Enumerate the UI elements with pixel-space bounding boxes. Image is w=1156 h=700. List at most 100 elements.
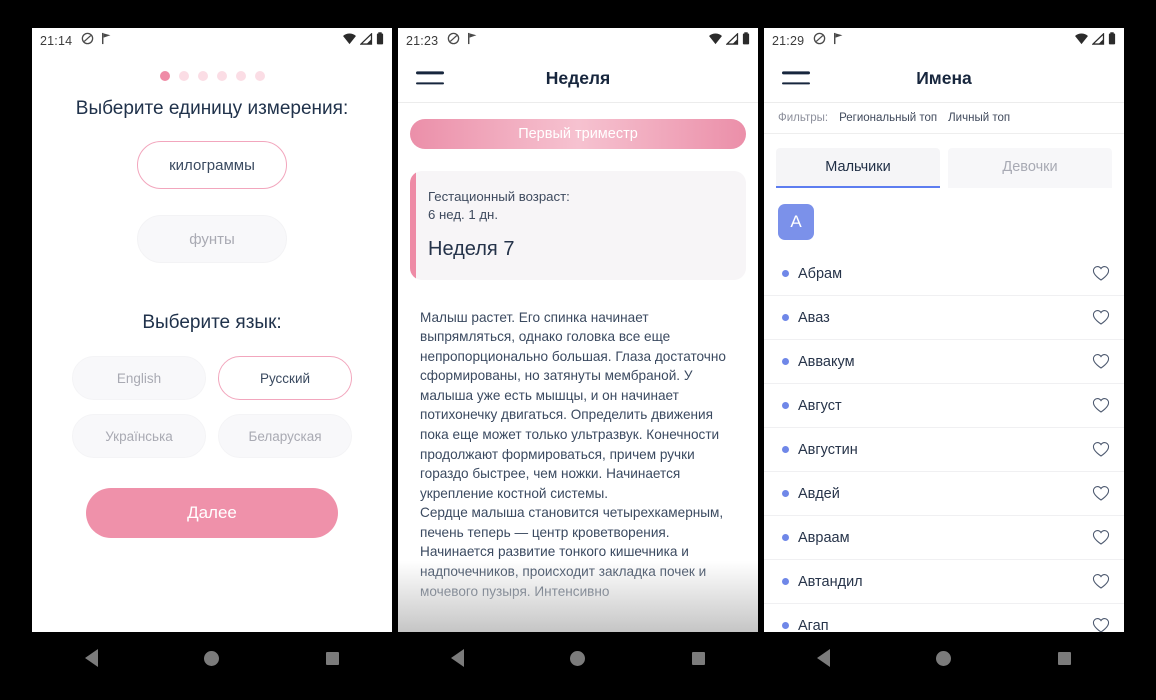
home-circle-icon[interactable] — [570, 650, 586, 666]
signal-icon — [359, 32, 373, 50]
gender-tabs: Мальчики Девочки — [764, 134, 1124, 188]
filter-personal-top[interactable]: Личный топ — [948, 112, 1010, 124]
heart-icon[interactable] — [1092, 529, 1110, 546]
pager-dot-2[interactable] — [178, 71, 189, 81]
signal-icon — [725, 32, 739, 50]
heart-icon[interactable] — [1092, 309, 1110, 326]
battery-icon — [742, 32, 750, 50]
status-right-icons — [342, 32, 384, 50]
list-item[interactable]: Авраам — [764, 516, 1124, 560]
letter-group-badge: А — [778, 204, 814, 240]
app-bar: Имена — [764, 54, 1124, 103]
name-label: Авраам — [798, 529, 850, 546]
heart-icon[interactable] — [1092, 265, 1110, 282]
pager-dot-1[interactable] — [159, 71, 170, 81]
page-title: Имена — [916, 67, 972, 88]
name-label: Август — [798, 397, 842, 414]
wifi-icon — [342, 32, 357, 50]
hamburger-icon[interactable] — [416, 71, 444, 85]
week-article-text: Малыш растет. Его спинка начинает выпрям… — [420, 309, 726, 599]
back-triangle-icon[interactable] — [817, 649, 831, 667]
android-nav-bar-2 — [398, 632, 758, 684]
language-section-title: Выберите язык: — [142, 312, 282, 333]
language-option-belarusian[interactable]: Беларуская — [218, 414, 352, 458]
list-item[interactable]: Агап — [764, 604, 1124, 632]
do-not-disturb-icon — [447, 32, 460, 50]
heart-icon[interactable] — [1092, 573, 1110, 590]
phone-3: 21:29 Имена Фильтры: Региональный топ Ли… — [764, 28, 1124, 684]
status-time: 21:14 — [40, 34, 73, 48]
gestational-age-value: 6 нед. 1 дн. — [428, 206, 498, 222]
bullet-icon — [782, 578, 789, 585]
back-triangle-icon[interactable] — [451, 649, 465, 667]
language-option-russian[interactable]: Русский — [218, 356, 352, 400]
tab-girls[interactable]: Девочки — [948, 148, 1112, 188]
battery-icon — [376, 32, 384, 50]
flag-icon — [101, 32, 113, 50]
page-title: Неделя — [545, 67, 611, 88]
tab-boys[interactable]: Мальчики — [776, 148, 940, 188]
heart-icon[interactable] — [1092, 441, 1110, 458]
name-label: Авдей — [798, 485, 840, 502]
home-circle-icon[interactable] — [204, 650, 220, 666]
status-bar: 21:23 — [398, 28, 758, 54]
bullet-icon — [782, 270, 789, 277]
pager-dot-5[interactable] — [235, 71, 246, 81]
status-time: 21:23 — [406, 34, 439, 48]
unit-option-pounds[interactable]: фунты — [137, 215, 287, 263]
week-content: Первый триместр Гестационный возраст: 6 … — [398, 103, 758, 632]
language-option-ukrainian[interactable]: Українська — [72, 414, 206, 458]
filter-regional-top[interactable]: Региональный топ — [839, 112, 937, 124]
list-item[interactable]: Абрам — [764, 252, 1124, 296]
android-nav-bar-1 — [32, 632, 392, 684]
flag-icon — [467, 32, 479, 50]
gestational-age-label: Гестационный возраст: — [428, 189, 570, 204]
phone-2: 21:23 Неделя Первый триместр Гестационны… — [398, 28, 758, 684]
heart-icon[interactable] — [1092, 353, 1110, 370]
pager-dot-6[interactable] — [254, 71, 265, 81]
list-item[interactable]: Августин — [764, 428, 1124, 472]
list-item[interactable]: Аввакум — [764, 340, 1124, 384]
bullet-icon — [782, 490, 789, 497]
onboarding-screen: 21:14 Выберите единицу измерения: килогр… — [32, 28, 392, 632]
hamburger-icon[interactable] — [782, 71, 810, 85]
list-item[interactable]: Авдей — [764, 472, 1124, 516]
next-button[interactable]: Далее — [86, 488, 338, 538]
gestational-age-card[interactable]: Гестационный возраст: 6 нед. 1 дн. Недел… — [410, 171, 746, 280]
status-bar: 21:14 — [32, 28, 392, 54]
trimester-badge: Первый триместр — [410, 119, 746, 149]
pager-dot-3[interactable] — [197, 71, 208, 81]
language-options: English Русский Українська Беларуская — [32, 356, 392, 458]
heart-icon[interactable] — [1092, 397, 1110, 414]
heart-icon[interactable] — [1092, 617, 1110, 632]
name-label: Аваз — [798, 309, 830, 326]
status-time: 21:29 — [772, 34, 805, 48]
heart-icon[interactable] — [1092, 485, 1110, 502]
signal-icon — [1091, 32, 1105, 50]
pager-dot-4[interactable] — [216, 71, 227, 81]
name-label: Автандил — [798, 573, 863, 590]
status-left-icons — [81, 32, 113, 50]
week-screen: 21:23 Неделя Первый триместр Гестационны… — [398, 28, 758, 632]
recents-square-icon[interactable] — [691, 651, 705, 665]
list-item[interactable]: Автандил — [764, 560, 1124, 604]
recents-square-icon[interactable] — [325, 651, 339, 665]
bullet-icon — [782, 402, 789, 409]
names-list: Абрам Аваз Аввакум Август Августин Авдей… — [764, 252, 1124, 632]
wifi-icon — [1074, 32, 1089, 50]
flag-icon — [833, 32, 845, 50]
recents-square-icon[interactable] — [1057, 651, 1071, 665]
pager-dots — [32, 71, 392, 81]
home-circle-icon[interactable] — [936, 650, 952, 666]
phone-1: 21:14 Выберите единицу измерения: килогр… — [32, 28, 392, 684]
list-item[interactable]: Август — [764, 384, 1124, 428]
list-item[interactable]: Аваз — [764, 296, 1124, 340]
names-screen: 21:29 Имена Фильтры: Региональный топ Ли… — [764, 28, 1124, 632]
android-nav-bar-3 — [764, 632, 1124, 684]
do-not-disturb-icon — [813, 32, 826, 50]
status-right-icons — [1074, 32, 1116, 50]
back-triangle-icon[interactable] — [85, 649, 99, 667]
unit-option-kilograms[interactable]: килограммы — [137, 141, 287, 189]
name-label: Августин — [798, 441, 858, 458]
language-option-english[interactable]: English — [72, 356, 206, 400]
